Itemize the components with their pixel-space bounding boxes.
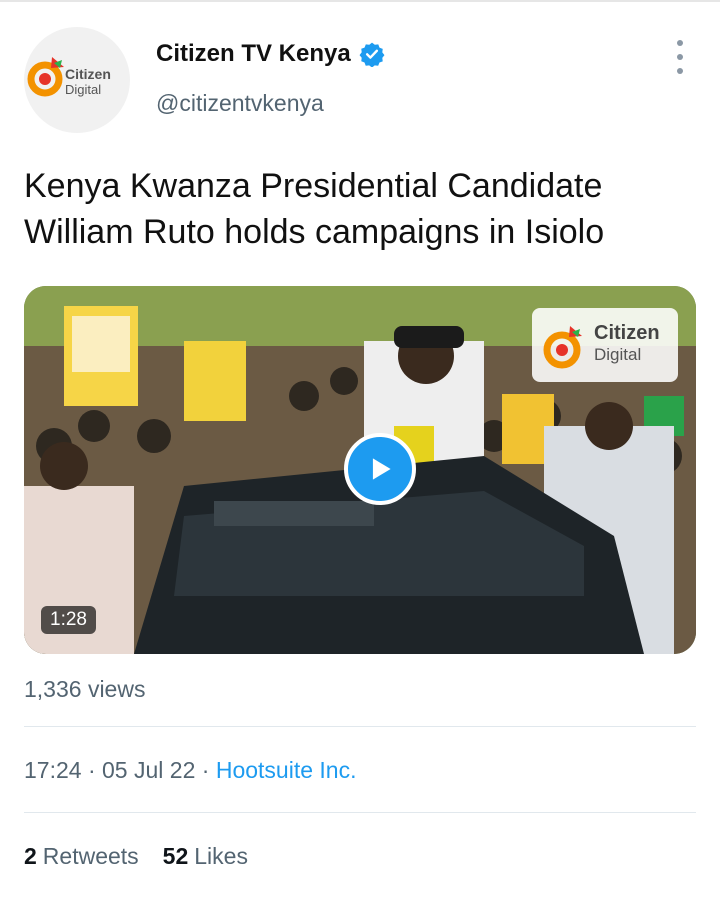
likes-stat[interactable]: 52 Likes bbox=[163, 843, 248, 870]
logo-text-citizen: Citizen bbox=[65, 66, 111, 82]
top-divider bbox=[0, 0, 720, 2]
view-count: 1,336 views bbox=[24, 676, 146, 702]
retweets-stat[interactable]: 2 Retweets bbox=[24, 843, 139, 870]
video-duration: 1:28 bbox=[41, 606, 96, 634]
divider bbox=[24, 726, 696, 727]
citizen-digital-logo: Citizen Digital bbox=[27, 57, 111, 97]
engagement-stats: 2 Retweets 52 Likes bbox=[24, 843, 248, 870]
tweet-date[interactable]: 05 Jul 22 bbox=[102, 757, 195, 783]
user-handle[interactable]: @citizentvkenya bbox=[156, 90, 324, 117]
meta-separator: · bbox=[195, 757, 216, 783]
tweet-time[interactable]: 17:24 bbox=[24, 757, 82, 783]
play-icon bbox=[372, 458, 391, 480]
watermark-text-digital: Digital bbox=[594, 345, 642, 364]
display-name[interactable]: Citizen TV Kenya bbox=[156, 40, 385, 68]
logo-text-digital: Digital bbox=[65, 82, 101, 97]
retweets-label: Retweets bbox=[42, 843, 139, 869]
watermark-text-citizen: Citizen bbox=[594, 322, 660, 344]
avatar[interactable]: Citizen Digital bbox=[24, 27, 130, 133]
more-options-icon[interactable] bbox=[668, 40, 692, 74]
likes-label: Likes bbox=[194, 843, 248, 869]
play-button[interactable] bbox=[344, 433, 416, 505]
likes-count: 52 bbox=[162, 843, 189, 869]
tweet-metadata: 17:24 · 05 Jul 22 · Hootsuite Inc. bbox=[24, 757, 356, 784]
citizen-digital-watermark: Citizen Digital bbox=[532, 308, 678, 382]
retweets-count: 2 bbox=[24, 843, 37, 869]
watermark-logo-icon bbox=[543, 326, 582, 369]
tweet-source-link[interactable]: Hootsuite Inc. bbox=[216, 757, 357, 783]
verified-badge-icon bbox=[359, 42, 385, 67]
meta-separator: · bbox=[81, 757, 103, 783]
divider bbox=[24, 812, 696, 813]
video-player[interactable]: Citizen Digital 1:28 bbox=[24, 286, 696, 654]
tweet-text: Kenya Kwanza Presidential Candidate Will… bbox=[24, 167, 605, 251]
display-name-text[interactable]: Citizen TV Kenya bbox=[156, 40, 351, 68]
